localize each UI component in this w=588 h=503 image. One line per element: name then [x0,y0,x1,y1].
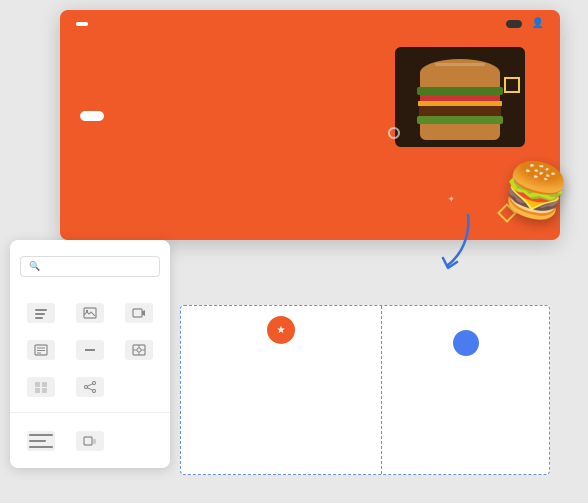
add-widget-panel: 🔍 [10,240,170,468]
map-widget[interactable] [115,334,162,369]
hero-image [380,47,540,147]
special-text-block: ★ [181,306,381,474]
media-interaction-icon [76,431,104,451]
basic-section-label [10,285,170,293]
special-content-section: ★ [180,305,550,475]
hero-order-button[interactable] [80,111,104,121]
search-icon: 🔍 [29,261,40,272]
map-widget-icon [125,340,153,360]
separator-widget[interactable] [67,334,114,369]
text-widget-icon [27,303,55,323]
orange-dot: ★ [267,316,295,344]
deco-circle [388,127,400,139]
gallery-widget-icon [27,377,55,397]
image-widget[interactable] [67,297,114,332]
content-right-area [381,306,549,474]
media-interaction-widget[interactable] [67,425,114,460]
interaction-section-label [10,412,170,421]
video-widget[interactable] [115,297,162,332]
nav-links: 👤 [466,18,544,29]
hero-title [80,47,370,98]
nav-bar: 👤 [60,10,560,37]
search-box[interactable]: 🔍 [20,256,160,277]
add-content-button[interactable] [453,330,479,356]
logo [76,22,88,26]
contact-form-widget[interactable] [18,334,65,369]
menu-interaction-widget[interactable] [18,425,65,460]
orange-dot-inner: ★ [267,316,295,344]
nav-order-button[interactable] [506,20,522,28]
user-icon[interactable]: 👤 [532,18,544,29]
gallery-widget[interactable] [18,371,65,406]
separator-widget-icon [76,340,104,360]
hero-section [60,37,560,157]
hero-text [80,47,370,147]
social-media-widget-icon [76,377,104,397]
image-widget-icon [76,303,104,323]
social-media-widget[interactable] [67,371,114,406]
text-widget[interactable] [18,297,65,332]
basic-widget-grid [10,293,170,410]
special-body-text [277,360,285,366]
blue-arrow [413,200,493,285]
panel-header [10,240,170,256]
video-widget-icon [125,303,153,323]
burger-image [395,47,525,147]
orange-dot-icon: ★ [277,325,286,336]
interaction-widget-grid [10,421,170,468]
menu-interaction-icon [27,431,55,451]
contact-form-widget-icon [27,340,55,360]
deco-square [504,77,520,93]
